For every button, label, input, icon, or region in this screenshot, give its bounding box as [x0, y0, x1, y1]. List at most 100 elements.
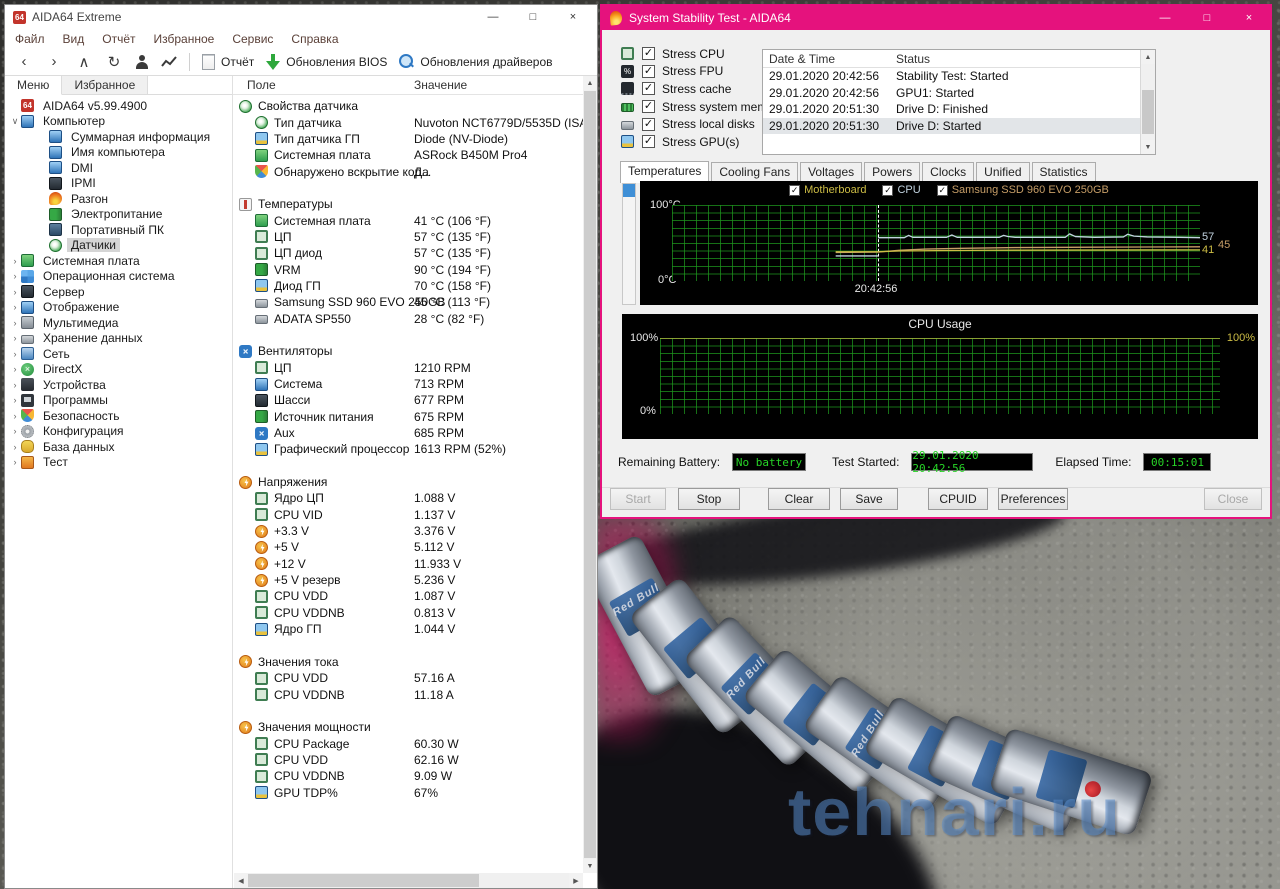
tab-menu[interactable]: Меню — [5, 76, 63, 95]
titlebar[interactable]: AIDA64 Extreme — □ × — [5, 5, 597, 29]
sidebar-item[interactable]: › Системная плата — [5, 253, 232, 269]
expand-arrow-icon[interactable]: › — [9, 318, 21, 328]
legend-checkbox[interactable]: ✓ — [936, 184, 948, 196]
sensor-row[interactable]: Aux 685 RPM — [233, 425, 597, 441]
start-button[interactable]: Start — [610, 488, 666, 510]
report-button[interactable]: Отчёт — [202, 53, 254, 70]
sidebar-item[interactable]: › Устройства — [5, 377, 232, 393]
sensor-row[interactable]: GPU TDP% 67% — [233, 784, 597, 800]
sidebar-item[interactable]: › Тест — [5, 455, 232, 471]
sensor-row[interactable]: Температуры — [233, 196, 597, 212]
scroll-up-icon[interactable]: ▲ — [583, 76, 597, 90]
sidebar-item[interactable]: › Конфигурация — [5, 424, 232, 440]
log-scrollbar[interactable]: ▲ ▼ — [1140, 50, 1155, 154]
up-button[interactable]: ∧ — [75, 53, 93, 71]
sensor-row[interactable]: CPU VDD 57.16 A — [233, 670, 597, 686]
scroll-right-icon[interactable]: ▶ — [569, 873, 583, 888]
user-icon[interactable] — [135, 54, 149, 69]
sidebar-item[interactable]: DMI — [5, 160, 232, 176]
sensor-row[interactable]: ЦП 1210 RPM — [233, 360, 597, 376]
sensor-row[interactable]: Тип датчика Nuvoton NCT6779D/5535D (ISA … — [233, 114, 597, 130]
scroll-left-icon[interactable]: ◀ — [234, 873, 248, 888]
sensor-row[interactable] — [233, 637, 597, 653]
menu-item[interactable]: Вид — [63, 32, 85, 46]
expand-arrow-icon[interactable]: › — [9, 426, 21, 436]
sidebar-item[interactable]: ∨ Компьютер — [5, 114, 232, 130]
log-column-status[interactable]: Status — [896, 52, 930, 66]
driver-updates-button[interactable]: Обновления драйверов — [399, 54, 553, 69]
menu-item[interactable]: Сервис — [232, 32, 273, 46]
sensor-row[interactable]: Значения мощности — [233, 719, 597, 735]
sidebar-item[interactable]: AIDA64 v5.99.4900 — [5, 98, 232, 114]
log-row[interactable]: 29.01.2020 20:42:56 GPU1: Started — [763, 85, 1140, 102]
sensor-row[interactable]: Диод ГП 70 °C (158 °F) — [233, 278, 597, 294]
sensor-row[interactable]: Значения тока — [233, 654, 597, 670]
checkbox[interactable]: ✓ — [642, 100, 655, 114]
forward-button[interactable]: › — [45, 53, 63, 70]
preferences-button[interactable]: Preferences — [998, 488, 1068, 510]
sidebar-item[interactable]: Суммарная информация — [5, 129, 232, 145]
save-button[interactable]: Save — [840, 488, 898, 510]
sensor-row[interactable]: Samsung SSD 960 EVO 250GB 45 °C (113 °F) — [233, 294, 597, 310]
sensor-row[interactable]: +12 V 11.933 V — [233, 556, 597, 572]
menu-item[interactable]: Справка — [291, 32, 338, 46]
chart-tab[interactable]: Clocks — [922, 162, 975, 182]
checkbox[interactable]: ✓ — [642, 82, 655, 96]
scroll-up-icon[interactable]: ▲ — [1141, 50, 1155, 64]
sensor-row[interactable]: Системная плата 41 °C (106 °F) — [233, 212, 597, 228]
horizontal-scrollbar[interactable]: ◀ ▶ — [234, 873, 583, 888]
sidebar-item[interactable]: › Операционная система — [5, 269, 232, 285]
sensor-row[interactable]: ЦП диод 57 °C (135 °F) — [233, 245, 597, 261]
chart-tab[interactable]: Voltages — [800, 162, 863, 182]
chart-tab[interactable]: Temperatures — [620, 161, 710, 183]
expand-arrow-icon[interactable]: › — [9, 380, 21, 390]
sidebar-item[interactable]: › Сервер — [5, 284, 232, 300]
chart-tab[interactable]: Powers — [864, 162, 921, 182]
sensor-row[interactable]: ADATA SP550 28 °C (82 °F) — [233, 310, 597, 326]
sensor-row[interactable]: Ядро ЦП 1.088 V — [233, 490, 597, 506]
checkbox[interactable]: ✓ — [642, 47, 655, 61]
minimize-button[interactable]: — — [473, 6, 513, 28]
expand-arrow-icon[interactable]: › — [9, 457, 21, 467]
sidebar-item[interactable]: Датчики — [5, 238, 232, 254]
legend-checkbox[interactable]: ✓ — [789, 184, 801, 196]
sidebar-item[interactable]: IPMI — [5, 176, 232, 192]
sensor-row[interactable]: Свойства датчика — [233, 98, 597, 114]
log-row[interactable]: 29.01.2020 20:51:30 Drive D: Finished — [763, 101, 1140, 118]
sidebar-item[interactable]: › Мультимедиа — [5, 315, 232, 331]
legend-checkbox[interactable]: ✓ — [882, 184, 894, 196]
clear-button[interactable]: Clear — [768, 488, 830, 510]
bios-updates-button[interactable]: Обновления BIOS — [266, 53, 387, 70]
menu-item[interactable]: Файл — [15, 32, 45, 46]
sidebar-item[interactable]: › База данных — [5, 439, 232, 455]
sensor-row[interactable]: Ядро ГП 1.044 V — [233, 621, 597, 637]
column-header-field[interactable]: Поле — [233, 78, 276, 92]
refresh-button[interactable]: ↻ — [105, 53, 123, 71]
log-row[interactable]: 29.01.2020 20:42:56 Stability Test: Star… — [763, 68, 1140, 85]
sensor-row[interactable] — [233, 458, 597, 474]
sidebar-item[interactable]: Разгон — [5, 191, 232, 207]
expand-arrow-icon[interactable]: › — [9, 271, 21, 281]
sensor-row[interactable]: +5 V резерв 5.236 V — [233, 572, 597, 588]
back-button[interactable]: ‹ — [15, 53, 33, 70]
sidebar-item[interactable]: › Безопасность — [5, 408, 232, 424]
sidebar-item[interactable]: Имя компьютера — [5, 145, 232, 161]
expand-arrow-icon[interactable]: › — [9, 395, 21, 405]
sensor-row[interactable]: Шасси 677 RPM — [233, 392, 597, 408]
chart-tab[interactable]: Cooling Fans — [711, 162, 799, 182]
sidebar-item[interactable]: › DirectX — [5, 362, 232, 378]
sensor-row[interactable]: CPU VDD 62.16 W — [233, 752, 597, 768]
scrollbar-thumb[interactable] — [1142, 90, 1154, 134]
sensor-row[interactable] — [233, 180, 597, 196]
sensor-row[interactable]: CPU VDDNB 11.18 A — [233, 686, 597, 702]
close-button[interactable]: × — [1228, 6, 1270, 30]
stop-button[interactable]: Stop — [678, 488, 740, 510]
checkbox[interactable]: ✓ — [642, 135, 655, 149]
sensor-row[interactable]: VRM 90 °C (194 °F) — [233, 261, 597, 277]
sensor-row[interactable]: CPU VDDNB 0.813 V — [233, 605, 597, 621]
benchmark-chart-icon[interactable] — [161, 55, 177, 68]
close-button[interactable]: Close — [1204, 488, 1262, 510]
expand-arrow-icon[interactable]: › — [9, 287, 21, 297]
sensor-row[interactable]: Источник питания 675 RPM — [233, 409, 597, 425]
log-column-time[interactable]: Date & Time — [763, 52, 896, 66]
